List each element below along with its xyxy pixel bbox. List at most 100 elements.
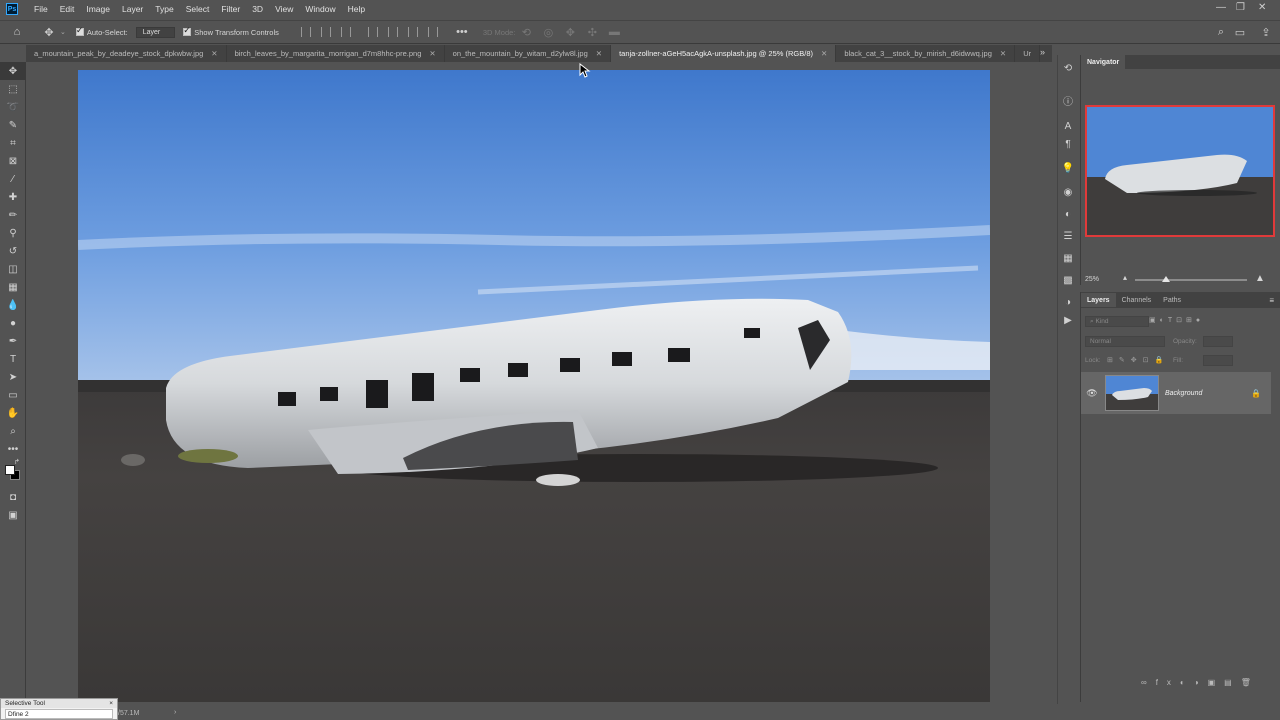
tab-close-icon[interactable]: ✕ [596, 49, 602, 58]
navigator-preview[interactable] [1085, 105, 1275, 237]
canvas-area[interactable] [26, 62, 1052, 702]
navigator-zoom-slider[interactable] [1135, 276, 1247, 282]
tab-document[interactable]: Ur [1015, 45, 1041, 62]
close-icon[interactable]: ✕ [1258, 2, 1266, 13]
edit-toolbar-icon[interactable]: ••• [0, 440, 26, 458]
type-tool-icon[interactable]: T [0, 350, 26, 368]
quick-selection-tool-icon[interactable]: ✎ [0, 116, 26, 134]
zoom-out-icon[interactable]: ▴ [1123, 273, 1127, 282]
move-tool-icon[interactable]: ✥ [0, 62, 26, 80]
more-options-icon[interactable]: ••• [455, 25, 469, 39]
document-image[interactable] [78, 70, 990, 702]
align-center-icon[interactable] [320, 27, 331, 37]
quick-mask-icon[interactable]: ◘ [0, 488, 26, 506]
layer-name[interactable]: Background [1165, 390, 1202, 397]
fill-field[interactable] [1203, 355, 1233, 366]
eraser-tool-icon[interactable]: ◫ [0, 260, 26, 278]
tab-close-icon[interactable]: ✕ [821, 49, 827, 58]
zoom-in-icon[interactable]: ▲ [1255, 273, 1265, 284]
lasso-tool-icon[interactable]: ➰ [0, 98, 26, 116]
move-tool-icon[interactable]: ✥ [42, 25, 56, 39]
lock-icons[interactable]: ⊞✎✥⊡🔒 [1107, 356, 1169, 364]
layer-filter-icons[interactable]: ▣◐T⊡⊞● [1149, 316, 1204, 324]
brush-tool-icon[interactable]: ✏ [0, 206, 26, 224]
properties-panel-icon[interactable]: ◑ [1058, 293, 1078, 311]
gradient-tool-icon[interactable]: ▦ [0, 278, 26, 296]
adjustments-panel-icon[interactable]: ◐ [1058, 205, 1078, 223]
tool-preset-chevron-icon[interactable]: ⌄ [60, 28, 66, 36]
auto-select-checkbox[interactable] [75, 25, 84, 36]
actions-panel-icon[interactable]: ▶ [1058, 311, 1078, 329]
menu-3d[interactable]: 3D [246, 4, 269, 14]
zoom-slider-handle[interactable] [1162, 276, 1171, 282]
tab-layers[interactable]: Layers [1081, 293, 1116, 307]
visibility-eye-icon[interactable]: 👁 [1081, 388, 1103, 399]
pen-tool-icon[interactable]: ✒ [0, 332, 26, 350]
menu-view[interactable]: View [269, 4, 299, 14]
search-icon[interactable]: ⌕ [1214, 25, 1228, 39]
blend-mode-select[interactable]: Normal [1085, 336, 1165, 347]
align-left-icon[interactable] [300, 27, 311, 37]
crop-tool-icon[interactable]: ⌗ [0, 134, 26, 152]
patterns-panel-icon[interactable]: ▩ [1058, 271, 1078, 289]
panel-menu-icon[interactable]: ≡ [1269, 296, 1274, 305]
tab-document[interactable]: black_cat_3__stock_by_mirish_d6idwwq.jpg… [836, 45, 1016, 62]
transform-controls-checkbox[interactable] [183, 25, 192, 36]
libraries-panel-icon[interactable]: ◉ [1058, 183, 1078, 201]
rectangle-tool-icon[interactable]: ▭ [0, 386, 26, 404]
align-top-icon[interactable] [367, 27, 378, 37]
menu-select[interactable]: Select [180, 4, 216, 14]
tab-close-icon[interactable]: ✕ [1000, 49, 1006, 58]
zoom-tool-icon[interactable]: ⌕ [0, 422, 26, 440]
selective-tool-titlebar[interactable]: Selective Tool × [1, 699, 117, 708]
character-panel-icon[interactable]: A [1058, 117, 1078, 135]
share-icon[interactable]: ⇪ [1259, 25, 1273, 39]
eyedropper-tool-icon[interactable]: ⁄ [0, 170, 26, 188]
auto-select-target-select[interactable]: Layer [135, 26, 176, 38]
menu-window[interactable]: Window [299, 4, 341, 14]
menu-file[interactable]: File [28, 4, 54, 14]
selective-tool-item[interactable]: Dfine 2 [5, 709, 113, 719]
healing-brush-tool-icon[interactable]: ✚ [0, 188, 26, 206]
learn-panel-icon[interactable]: 💡 [1058, 159, 1078, 177]
menu-layer[interactable]: Layer [116, 4, 149, 14]
marquee-tool-icon[interactable]: ⬚ [0, 80, 26, 98]
selective-tool-close-icon[interactable]: × [109, 699, 113, 708]
info-panel-icon[interactable]: ⓘ [1058, 91, 1078, 109]
dodge-tool-icon[interactable]: ● [0, 314, 26, 332]
distribute-icon[interactable] [427, 27, 438, 37]
minimize-icon[interactable]: — [1216, 2, 1226, 13]
blur-tool-icon[interactable]: 💧 [0, 296, 26, 314]
menu-help[interactable]: Help [342, 4, 371, 14]
history-brush-tool-icon[interactable]: ↺ [0, 242, 26, 260]
restore-icon[interactable]: ❐ [1236, 2, 1245, 13]
tab-close-icon[interactable]: ✕ [211, 49, 217, 58]
tab-navigator[interactable]: Navigator [1081, 55, 1126, 69]
tab-close-icon[interactable]: ✕ [429, 49, 435, 58]
align-bottom-icon[interactable] [407, 27, 418, 37]
clone-stamp-tool-icon[interactable]: ⚲ [0, 224, 26, 242]
tab-paths[interactable]: Paths [1157, 293, 1187, 307]
hand-tool-icon[interactable]: ✋ [0, 404, 26, 422]
opacity-field[interactable] [1203, 336, 1233, 347]
layer-row-background[interactable]: 👁 Background 🔒 [1081, 372, 1271, 414]
status-menu-chevron-icon[interactable]: › [174, 709, 176, 716]
paragraph-panel-icon[interactable]: ¶ [1058, 135, 1078, 153]
align-right-icon[interactable] [340, 27, 351, 37]
align-middle-icon[interactable] [387, 27, 398, 37]
brushes-panel-icon[interactable]: ☰ [1058, 227, 1078, 245]
home-icon[interactable]: ⌂ [10, 25, 24, 39]
tab-document[interactable]: birch_leaves_by_margarita_morrigan_d7m8h… [227, 45, 445, 62]
path-selection-tool-icon[interactable]: ➤ [0, 368, 26, 386]
frame-tool-icon[interactable]: ⊠ [0, 152, 26, 170]
tab-document-active[interactable]: tanja-zollner-aGeH5acAgkA-unsplash.jpg @… [611, 45, 837, 62]
history-panel-icon[interactable]: ⟲ [1058, 59, 1078, 77]
tab-document[interactable]: a_mountain_peak_by_deadeye_stock_dpkwbw.… [26, 45, 227, 62]
screen-mode-icon[interactable]: ▣ [0, 506, 26, 524]
tabs-overflow-icon[interactable]: » [1040, 47, 1045, 57]
menu-edit[interactable]: Edit [54, 4, 81, 14]
workspace-icon[interactable]: ▭ [1233, 25, 1247, 39]
layers-footer-icons[interactable]: ∞fx◐◑▣▤🗑 [1141, 678, 1260, 687]
swap-colors-icon[interactable]: ↱ [14, 458, 20, 466]
layer-filter-kind-select[interactable]: ⌕ Kind [1085, 316, 1149, 327]
